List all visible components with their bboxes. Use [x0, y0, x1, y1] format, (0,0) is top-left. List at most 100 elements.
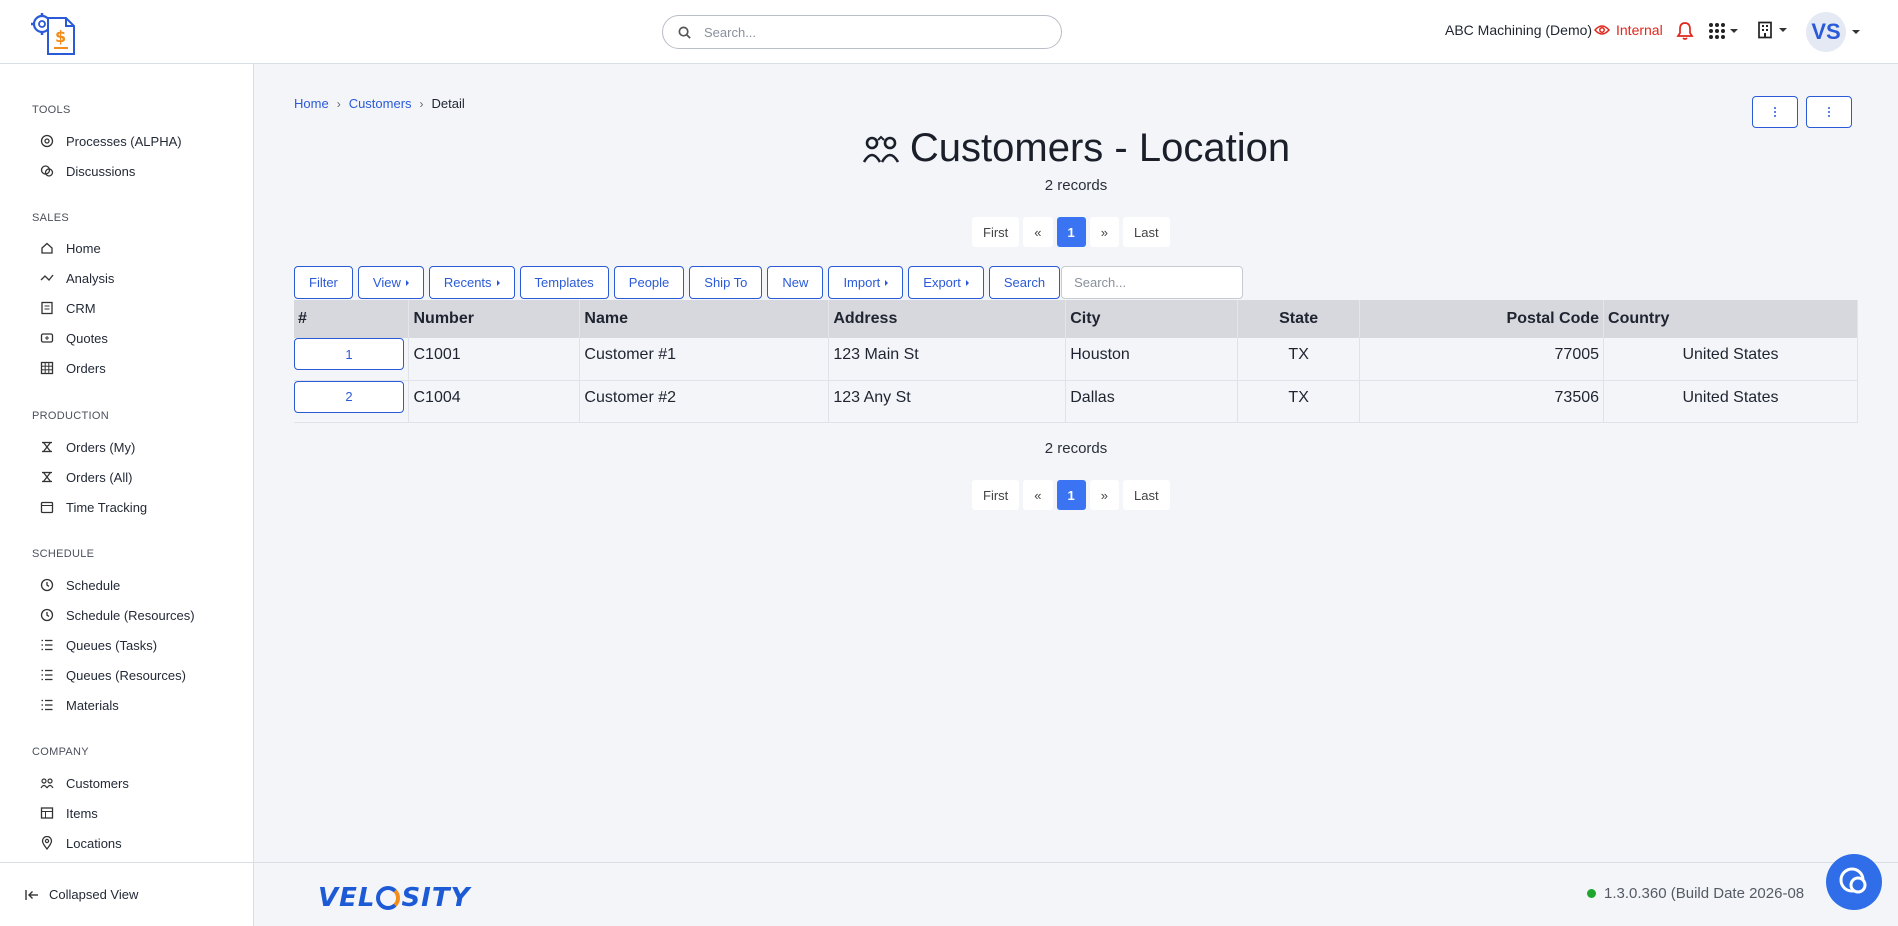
- view-button[interactable]: View: [357, 266, 424, 299]
- user-menu[interactable]: VS: [1806, 12, 1860, 52]
- items-icon: [40, 807, 54, 819]
- recents-button[interactable]: Recents: [428, 266, 515, 299]
- crm-icon: [41, 301, 53, 315]
- global-search[interactable]: [662, 15, 1062, 49]
- sidebar-item-items[interactable]: Items: [40, 802, 98, 824]
- new-label: New: [782, 275, 809, 290]
- app-logo-icon[interactable]: $: [30, 12, 78, 56]
- help-chat-button[interactable]: [1826, 854, 1882, 910]
- column-header[interactable]: City: [1065, 300, 1239, 338]
- sidebar-item-schedule-resources[interactable]: Schedule (Resources): [40, 604, 195, 626]
- page-first[interactable]: First: [972, 480, 1020, 510]
- sidebar-item-queues-resources[interactable]: Queues (Resources): [40, 664, 186, 686]
- sidebar-item-processes[interactable]: Processes (ALPHA): [40, 130, 182, 152]
- search-button[interactable]: Search: [988, 266, 1061, 299]
- sidebar-item-orders[interactable]: Orders: [40, 357, 106, 379]
- sidebar-item-label: Queues (Resources): [66, 667, 186, 683]
- sidebar-item-label: Processes (ALPHA): [66, 133, 182, 149]
- sidebar-item-time-tracking[interactable]: Time Tracking: [40, 496, 147, 518]
- sidebar-nav[interactable]: TOOLS Processes (ALPHA) Discussions SALE…: [0, 64, 253, 862]
- apps-menu[interactable]: [1708, 22, 1738, 40]
- table-row: 1 C1001 Customer #1 123 Main St Houston …: [294, 338, 1858, 381]
- brand-o-icon: [376, 886, 401, 910]
- table-cell: TX: [1237, 338, 1361, 381]
- avatar[interactable]: VS: [1806, 12, 1846, 52]
- column-header[interactable]: State: [1237, 300, 1361, 338]
- building-icon: [1758, 21, 1772, 39]
- page-last[interactable]: Last: [1122, 217, 1170, 247]
- table-cell: United States: [1603, 380, 1858, 423]
- sidebar-item-home[interactable]: Home: [40, 237, 101, 259]
- column-header[interactable]: Address: [828, 300, 1067, 338]
- breadcrumb-home[interactable]: Home: [294, 96, 329, 111]
- sidebar-item-discussions[interactable]: Discussions: [40, 160, 135, 182]
- row-open-button[interactable]: 1: [294, 338, 404, 370]
- page-options-button[interactable]: [1752, 96, 1798, 128]
- column-header[interactable]: Name: [579, 300, 830, 338]
- sidebar: TOOLS Processes (ALPHA) Discussions SALE…: [0, 64, 254, 926]
- list-icon: [41, 669, 53, 681]
- sidebar-item-materials[interactable]: Materials: [40, 694, 119, 716]
- row-open-button[interactable]: 2: [294, 380, 404, 413]
- sidebar-item-label: Discussions: [66, 163, 136, 179]
- sidebar-item-label: Queues (Tasks): [66, 637, 158, 653]
- templates-button[interactable]: Templates: [519, 266, 609, 299]
- table-cell: 73506: [1359, 380, 1605, 423]
- page-current[interactable]: 1: [1056, 480, 1086, 510]
- table-cell: Customer #2: [579, 380, 830, 423]
- page-first[interactable]: First: [972, 217, 1020, 247]
- sidebar-item-label: Materials: [66, 697, 119, 713]
- sidebar-item-locations[interactable]: Locations: [40, 832, 122, 854]
- page-last[interactable]: Last: [1122, 480, 1170, 510]
- clock-icon: [40, 608, 54, 622]
- sidebar-item-orders-all[interactable]: Orders (All): [40, 466, 132, 488]
- sidebar-item-quotes[interactable]: Quotes: [40, 327, 108, 349]
- collapsed-view-button[interactable]: Collapsed View: [0, 862, 253, 926]
- import-button[interactable]: Import: [828, 266, 904, 299]
- svg-text:$: $: [55, 27, 66, 46]
- page-current[interactable]: 1: [1056, 217, 1086, 247]
- kebab-icon: [1828, 107, 1830, 117]
- pagination-top: First « 1 » Last: [972, 217, 1170, 247]
- notifications-bell-icon[interactable]: [1676, 21, 1694, 46]
- sidebar-item-orders-my[interactable]: Orders (My): [40, 436, 135, 458]
- tenant-name[interactable]: ABC Machining (Demo): [1445, 22, 1592, 38]
- sidebar-item-crm[interactable]: CRM: [40, 297, 96, 319]
- page-next[interactable]: »: [1089, 217, 1119, 247]
- breadcrumb-customers[interactable]: Customers: [349, 96, 412, 111]
- chevron-right-icon: [965, 279, 969, 286]
- page-prev[interactable]: «: [1023, 480, 1053, 510]
- global-search-input[interactable]: [704, 24, 1044, 40]
- page-next[interactable]: »: [1089, 480, 1119, 510]
- ship-to-button[interactable]: Ship To: [689, 266, 763, 299]
- column-header[interactable]: Country: [1603, 300, 1858, 338]
- sidebar-item-schedule[interactable]: Schedule: [40, 574, 120, 596]
- production-icon: [42, 441, 52, 453]
- discussion-icon: [40, 165, 54, 177]
- table-cell: 77005: [1359, 338, 1605, 381]
- column-header[interactable]: Number: [408, 300, 581, 338]
- list-icon: [41, 699, 53, 711]
- list-search-input[interactable]: [1061, 266, 1244, 299]
- version-info: 1.3.0.360 (Build Date 2026-08: [1587, 885, 1804, 902]
- home-icon: [41, 242, 53, 254]
- grid-icon: [40, 361, 54, 375]
- view-label: View: [372, 275, 401, 290]
- people-button[interactable]: People: [613, 266, 685, 299]
- company-menu[interactable]: [1757, 21, 1787, 39]
- column-header[interactable]: #: [294, 300, 410, 338]
- table-cell: 123 Any St: [828, 380, 1067, 423]
- filter-button[interactable]: Filter: [294, 266, 353, 299]
- table-cell: Houston: [1065, 338, 1239, 381]
- page-more-button[interactable]: [1806, 96, 1852, 128]
- sidebar-item-customers[interactable]: Customers: [40, 772, 129, 794]
- sidebar-item-analysis[interactable]: Analysis: [40, 267, 114, 289]
- sidebar-item-queues-tasks[interactable]: Queues (Tasks): [40, 634, 157, 656]
- export-button[interactable]: Export: [908, 266, 984, 299]
- page-title-text: Customers - Location: [909, 126, 1291, 170]
- new-button[interactable]: New: [767, 266, 824, 299]
- internal-toggle[interactable]: Internal: [1594, 22, 1663, 38]
- status-dot-icon: [1587, 889, 1596, 898]
- column-header[interactable]: Postal Code: [1359, 300, 1605, 338]
- page-prev[interactable]: «: [1023, 217, 1053, 247]
